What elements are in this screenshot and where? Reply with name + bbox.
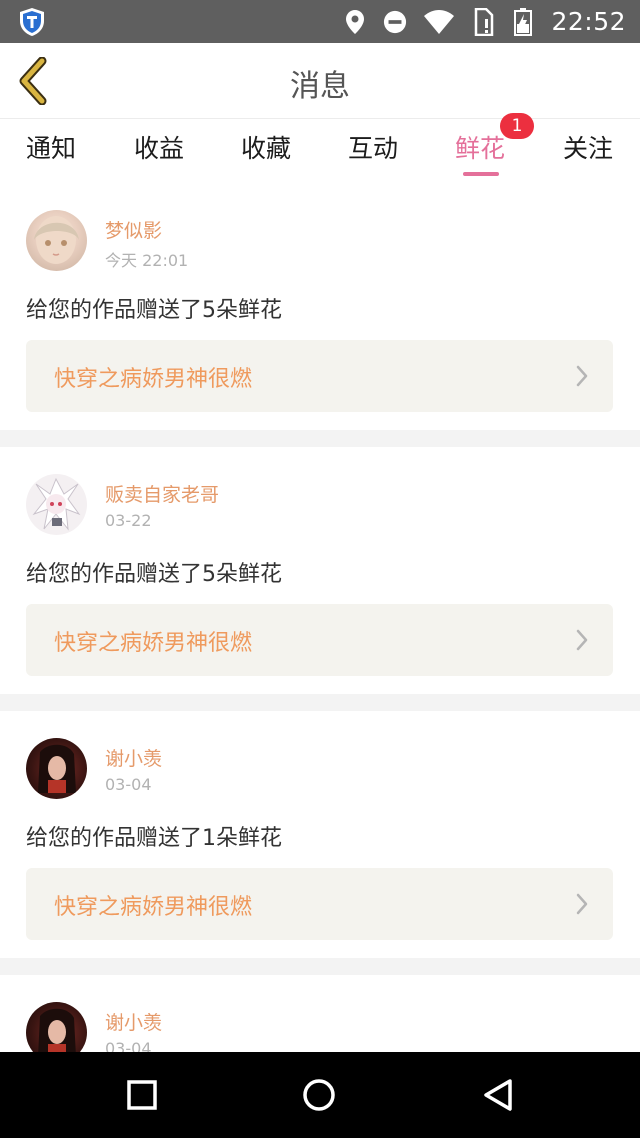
username[interactable]: 贩卖自家老哥 xyxy=(105,480,219,507)
username[interactable]: 谢小羡 xyxy=(105,1008,162,1035)
tab-notice[interactable]: 通知 xyxy=(26,129,76,165)
message-text: 给您的作品赠送了5朵鲜花 xyxy=(26,562,282,587)
card-separator xyxy=(0,958,640,975)
tab-flowers[interactable]: 鲜花 xyxy=(455,129,505,165)
tab-favorites[interactable]: 收藏 xyxy=(241,129,291,165)
tab-bar: 通知 收益 收藏 互动 鲜花 关注 xyxy=(0,119,640,179)
avatar[interactable] xyxy=(26,738,87,799)
tab-earnings[interactable]: 收益 xyxy=(134,129,184,165)
chevron-right-icon xyxy=(576,629,588,651)
app-header: 消息 xyxy=(0,43,640,119)
message-card: 梦似影 今天 22:01 给您的作品赠送了5朵鲜花 快穿之病娇男神很燃 xyxy=(0,180,640,430)
book-title: 快穿之病娇男神很燃 xyxy=(54,367,253,392)
message-date: 03-04 xyxy=(105,1039,152,1052)
location-icon xyxy=(343,9,367,35)
message-text: 给您的作品赠送了1朵鲜花 xyxy=(26,826,282,851)
book-title: 快穿之病娇男神很燃 xyxy=(54,895,253,920)
message-date: 03-22 xyxy=(105,511,152,530)
book-link[interactable]: 快穿之病娇男神很燃 xyxy=(26,340,613,412)
battery-charging-icon xyxy=(511,7,535,36)
message-card: 贩卖自家老哥 03-22 给您的作品赠送了5朵鲜花 快穿之病娇男神很燃 xyxy=(0,447,640,694)
card-separator xyxy=(0,430,640,447)
system-nav-bar xyxy=(0,1052,640,1138)
avatar[interactable] xyxy=(26,210,87,271)
tab-following[interactable]: 关注 xyxy=(563,129,613,165)
book-title: 快穿之病娇男神很燃 xyxy=(54,631,253,656)
back-triangle-icon[interactable] xyxy=(480,1077,516,1113)
home-circle-icon[interactable] xyxy=(301,1077,337,1113)
username[interactable]: 梦似影 xyxy=(105,216,162,243)
message-card: 谢小羡 03-04 xyxy=(0,975,640,1052)
tab-interaction[interactable]: 互动 xyxy=(348,129,398,165)
page-title: 消息 xyxy=(290,69,350,104)
status-bar: 22:52 xyxy=(0,0,640,43)
username[interactable]: 谢小羡 xyxy=(105,744,162,771)
avatar[interactable] xyxy=(26,474,87,535)
shield-app-icon xyxy=(20,8,44,36)
chevron-right-icon xyxy=(576,365,588,387)
recents-square-icon[interactable] xyxy=(124,1077,160,1113)
message-date: 03-04 xyxy=(105,775,152,794)
message-date: 今天 22:01 xyxy=(105,251,189,270)
card-separator xyxy=(0,694,640,711)
book-link[interactable]: 快穿之病娇男神很燃 xyxy=(26,868,613,940)
do-not-disturb-icon xyxy=(383,9,407,35)
sim-icon xyxy=(471,7,495,36)
chevron-right-icon xyxy=(576,893,588,915)
wifi-icon xyxy=(423,9,455,35)
message-card: 谢小羡 03-04 给您的作品赠送了1朵鲜花 快穿之病娇男神很燃 xyxy=(0,711,640,958)
message-text: 给您的作品赠送了5朵鲜花 xyxy=(26,298,282,323)
active-tab-indicator xyxy=(463,172,499,176)
avatar[interactable] xyxy=(26,1002,87,1052)
unread-badge: 1 xyxy=(500,113,534,139)
book-link[interactable]: 快穿之病娇男神很燃 xyxy=(26,604,613,676)
clock: 22:52 xyxy=(551,7,626,36)
